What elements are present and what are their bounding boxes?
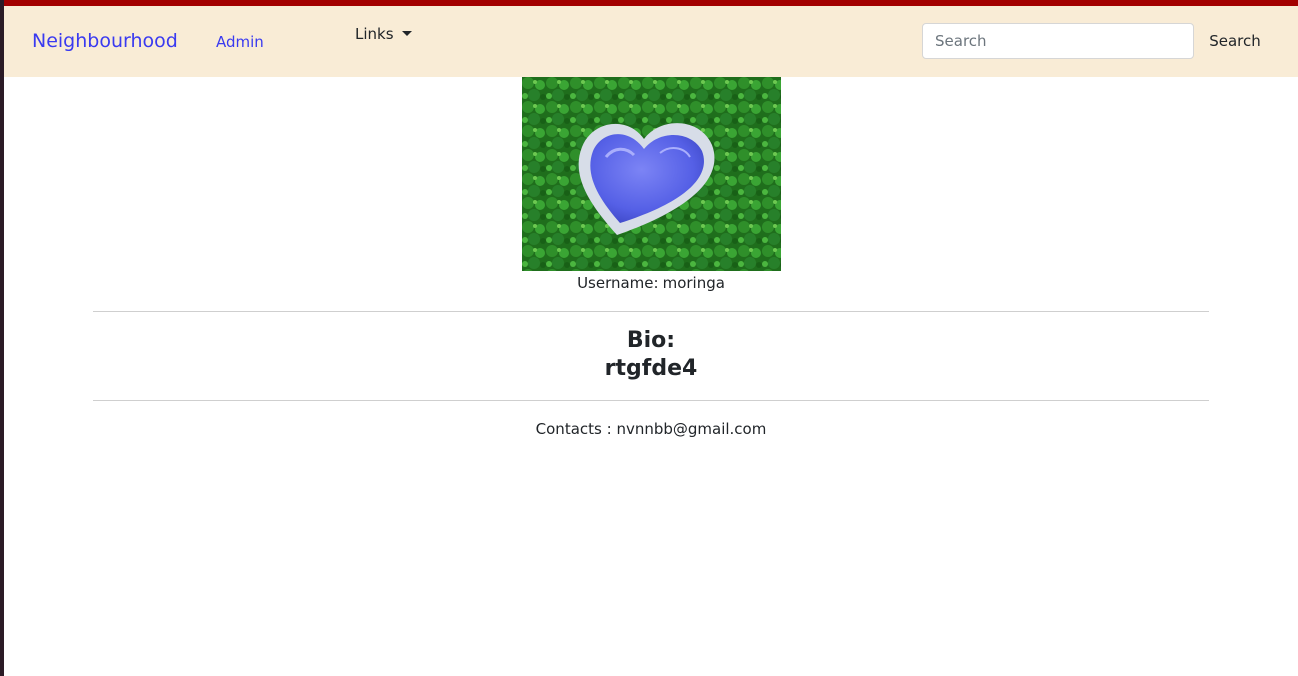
- contacts-label: Contacts :: [535, 420, 612, 438]
- contact-email: nvnnbb@gmail.com: [616, 420, 767, 438]
- username-line: Username: moringa: [0, 273, 1298, 293]
- username-label: Username:: [577, 274, 659, 292]
- divider: [93, 311, 1209, 312]
- bio-text: rtgfde4: [604, 356, 698, 381]
- links-dropdown[interactable]: Links: [355, 24, 412, 44]
- contacts-line: Contacts : nvnnbb@gmail.com: [0, 419, 1298, 439]
- username-value: moringa: [662, 274, 725, 292]
- navbar: Neighbourhood Admin Links Search: [4, 6, 1298, 77]
- divider: [93, 400, 1209, 401]
- search-input[interactable]: [922, 23, 1194, 59]
- search-button[interactable]: Search: [1200, 23, 1270, 59]
- profile-photo: [522, 77, 781, 271]
- caret-down-icon: [401, 31, 412, 36]
- links-dropdown-label: Links: [355, 25, 394, 43]
- brand-link[interactable]: Neighbourhood: [32, 29, 178, 53]
- bio-heading: Bio:: [626, 328, 676, 353]
- admin-link[interactable]: Admin: [216, 32, 264, 52]
